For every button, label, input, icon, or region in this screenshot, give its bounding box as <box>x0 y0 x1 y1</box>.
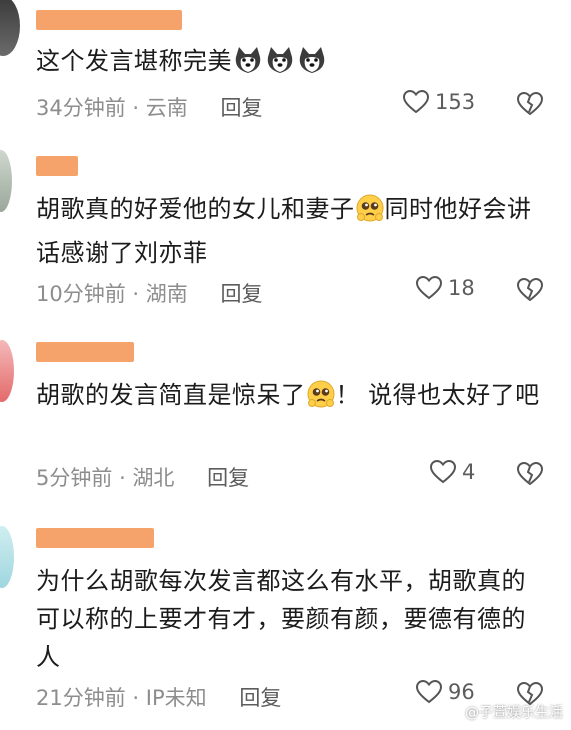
like-button[interactable]: 4 <box>430 460 475 484</box>
avatar[interactable] <box>0 0 20 56</box>
heart-icon <box>403 90 429 114</box>
broken-heart-icon <box>516 277 544 302</box>
like-count: 18 <box>448 276 475 300</box>
location: IP未知 <box>145 686 207 710</box>
broken-heart-icon <box>516 461 544 486</box>
timestamp: 34分钟前 <box>36 96 126 120</box>
heart-icon <box>416 276 442 300</box>
comment-meta: 10分钟前 · 湖南 回复 <box>36 278 262 308</box>
comment-meta: 5分钟前 · 湖北 回复 <box>36 462 249 492</box>
separator: · <box>119 466 126 490</box>
like-button[interactable]: 153 <box>403 90 475 114</box>
username-redacted[interactable] <box>36 156 78 176</box>
like-count: 4 <box>462 460 476 484</box>
watermark: @子萱娱乐生活 <box>465 702 563 722</box>
broken-heart-icon <box>516 91 544 116</box>
husky-dog-face-emoji <box>232 45 264 86</box>
heart-icon <box>430 460 456 484</box>
username-redacted[interactable] <box>36 10 182 30</box>
comment-text: 胡歌的发言简直是惊呆了 ！ 说得也太好了吧 <box>36 376 548 420</box>
comment-meta: 34分钟前 · 云南 回复 <box>36 92 262 122</box>
separator: · <box>132 686 140 710</box>
separator: · <box>132 282 140 306</box>
watermark-text: @子萱娱乐生活 <box>465 705 563 721</box>
comment-text: 这个发言堪称完美 <box>36 42 548 86</box>
username-redacted[interactable] <box>36 342 134 362</box>
comment-text: 为什么胡歌每次发言都这么有水平，胡歌真的可以称的上要才有才，要颜有颜，要德有德的… <box>36 567 526 671</box>
avatar[interactable] <box>0 340 14 402</box>
like-button[interactable]: 96 <box>416 680 475 704</box>
reply-button[interactable]: 回复 <box>220 96 262 120</box>
location: 云南 <box>145 96 188 120</box>
username-redacted[interactable] <box>36 528 154 548</box>
dislike-button[interactable] <box>516 461 544 490</box>
avatar[interactable] <box>0 150 12 212</box>
like-count: 96 <box>448 680 475 704</box>
husky-dog-face-emoji <box>296 45 328 86</box>
like-button[interactable]: 18 <box>416 276 475 300</box>
separator: · <box>132 96 140 120</box>
comment-text: 胡歌真的好爱他的女儿和妻子 同时他好会讲话感谢了刘亦菲 <box>36 193 532 267</box>
dislike-button[interactable] <box>516 91 544 120</box>
like-count: 153 <box>435 90 476 114</box>
reply-button[interactable]: 回复 <box>220 282 262 306</box>
location: 湖北 <box>132 466 175 490</box>
comment-meta: 21分钟前 · IP未知 回复 <box>36 682 281 712</box>
reply-button[interactable]: 回复 <box>239 686 281 710</box>
reply-button[interactable]: 回复 <box>207 466 249 490</box>
husky-dog-face-emoji <box>264 45 296 86</box>
pleading-face-emoji <box>355 193 385 234</box>
timestamp: 21分钟前 <box>36 686 126 710</box>
timestamp: 5分钟前 <box>36 466 113 490</box>
avatar[interactable] <box>0 526 14 588</box>
pleading-face-emoji <box>306 379 336 420</box>
location: 湖南 <box>145 282 188 306</box>
dislike-button[interactable] <box>516 277 544 306</box>
timestamp: 10分钟前 <box>36 282 126 306</box>
heart-icon <box>416 680 442 704</box>
